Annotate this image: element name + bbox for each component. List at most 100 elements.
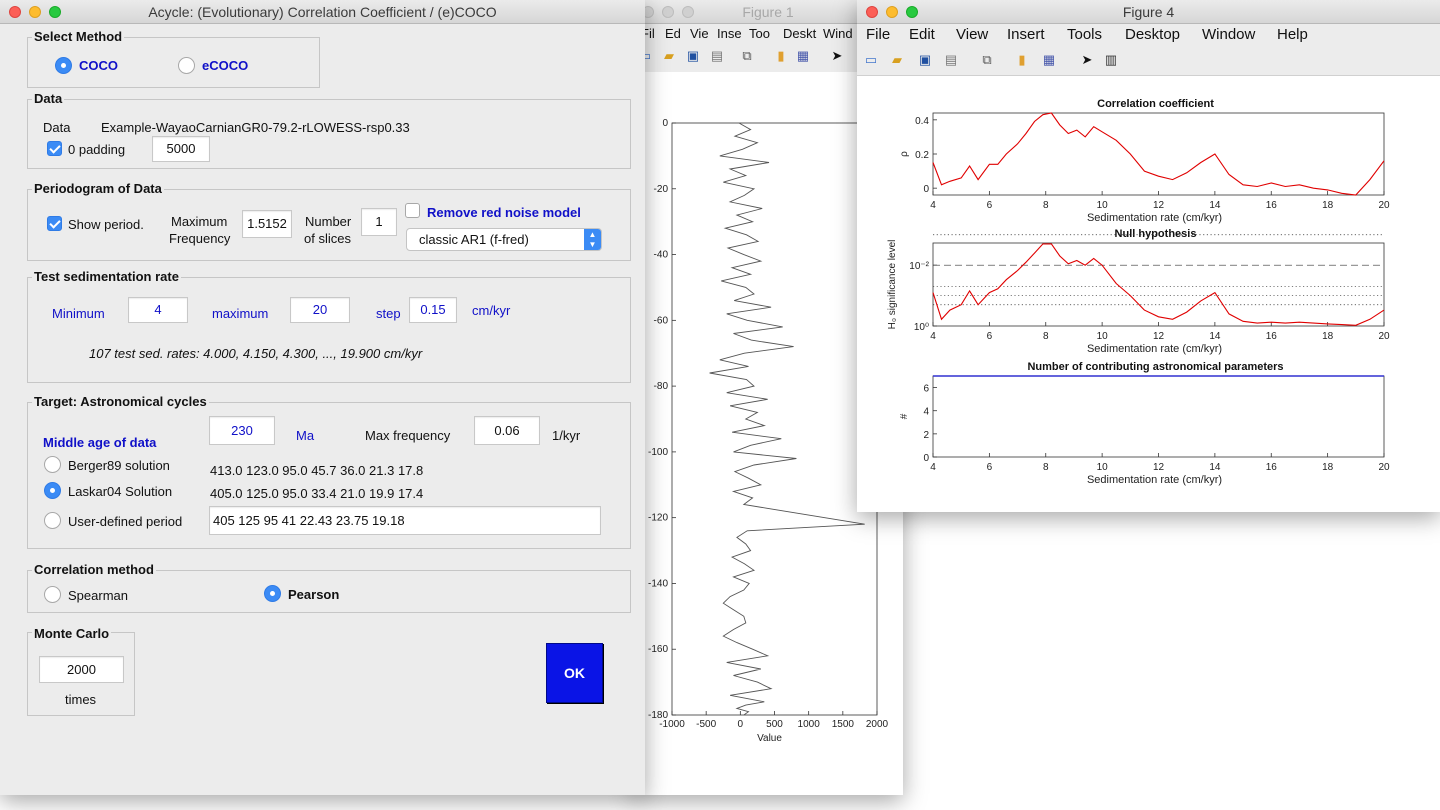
menu-ed[interactable]: Ed <box>665 26 681 41</box>
minimize-icon[interactable] <box>29 6 41 18</box>
y-tick-label: 0.4 <box>915 116 929 127</box>
middle-age-unit: Ma <box>296 428 315 443</box>
pearson-radio[interactable] <box>264 585 281 602</box>
minimize-icon[interactable] <box>886 6 898 18</box>
x-tick-label: 18 <box>1322 462 1334 473</box>
main-titlebar[interactable]: Acycle: (Evolutionary) Correlation Coeff… <box>0 0 645 24</box>
x-tick-label: 18 <box>1322 200 1334 211</box>
menu-help[interactable]: Help <box>1277 26 1308 43</box>
max-frequency-input[interactable]: 1.5152 <box>242 210 292 238</box>
save-icon[interactable]: ▣ <box>685 48 701 64</box>
x-tick-label: 16 <box>1266 331 1278 342</box>
x-tick-label: 16 <box>1266 200 1278 211</box>
x-tick-label: -500 <box>696 719 716 730</box>
print-icon[interactable]: ▤ <box>943 52 959 68</box>
open-folder-icon[interactable]: ▰ <box>661 48 677 64</box>
menu-window[interactable]: Window <box>1202 26 1255 43</box>
spearman-label[interactable]: Spearman <box>68 588 128 603</box>
print-icon[interactable]: ▤ <box>709 48 725 64</box>
y-axis-label: ρ <box>899 151 910 157</box>
x-axis-label: Value <box>757 733 782 744</box>
target-title: Target: Astronomical cycles <box>32 394 209 409</box>
legend-icon[interactable]: ▦ <box>1041 52 1057 68</box>
zero-padding-checkbox[interactable] <box>47 141 62 156</box>
x-tick-label: 10 <box>1097 200 1109 211</box>
menu-inse[interactable]: Inse <box>717 26 742 41</box>
property-inspector-icon[interactable]: ▥ <box>1103 52 1119 68</box>
ecoco-label[interactable]: eCOCO <box>202 58 248 73</box>
menu-view[interactable]: View <box>956 26 988 43</box>
pearson-label[interactable]: Pearson <box>288 587 339 602</box>
x-tick-label: 8 <box>1043 331 1049 342</box>
test-sed-title: Test sedimentation rate <box>32 269 181 284</box>
ecoco-radio[interactable] <box>178 57 195 74</box>
laskar04-label[interactable]: Laskar04 Solution <box>68 484 172 499</box>
user-defined-label[interactable]: User-defined period <box>68 514 182 529</box>
colorbar-icon[interactable]: ▮ <box>773 48 789 64</box>
menu-edit[interactable]: Edit <box>909 26 935 43</box>
subplot-3: Number of contributing astronomical para… <box>899 361 1390 486</box>
laskar04-radio[interactable] <box>44 482 61 499</box>
plot-area <box>932 242 1385 327</box>
show-period-checkbox[interactable] <box>47 216 62 231</box>
link-icon[interactable]: ⧉ <box>739 48 755 64</box>
figure4-titlebar[interactable]: Figure 4 <box>857 0 1440 24</box>
x-tick-label: 8 <box>1043 462 1049 473</box>
menu-vie[interactable]: Vie <box>690 26 709 41</box>
berger89-radio[interactable] <box>44 456 61 473</box>
remove-red-noise-label[interactable]: Remove red noise model <box>427 205 581 220</box>
spearman-radio[interactable] <box>44 586 61 603</box>
x-tick-label: 4 <box>930 331 936 342</box>
coco-radio[interactable] <box>55 57 72 74</box>
x-tick-label: 18 <box>1322 331 1334 342</box>
pointer-icon[interactable]: ➤ <box>1079 52 1095 68</box>
zero-padding-input[interactable]: 5000 <box>152 136 210 162</box>
link-icon[interactable]: ⧉ <box>979 52 995 68</box>
minimum-label: Minimum <box>52 306 105 321</box>
x-tick-label: 6 <box>987 331 993 342</box>
zoom-icon[interactable] <box>682 6 694 18</box>
figure4-window: Figure 4 File Edit View Insert Tools Desktop W… <box>857 0 1440 512</box>
user-defined-input[interactable]: 405 125 95 41 22.43 23.75 19.18 <box>209 506 601 535</box>
close-icon[interactable] <box>866 6 878 18</box>
minimum-input[interactable]: 4 <box>128 297 188 323</box>
zoom-icon[interactable] <box>906 6 918 18</box>
remove-red-noise-checkbox[interactable] <box>405 203 420 218</box>
laskar04-values: 405.0 125.0 95.0 33.4 21.0 19.9 17.4 <box>210 486 424 501</box>
legend-icon[interactable]: ▦ <box>795 48 811 64</box>
step-input[interactable]: 0.15 <box>409 297 457 323</box>
menu-too[interactable]: Too <box>749 26 770 41</box>
coco-label[interactable]: COCO <box>79 58 118 73</box>
colorbar-icon[interactable]: ▮ <box>1014 52 1030 68</box>
open-folder-icon[interactable]: ▰ <box>889 52 905 68</box>
berger89-label[interactable]: Berger89 solution <box>68 458 170 473</box>
menu-desktop[interactable]: Desktop <box>1125 26 1180 43</box>
number-slices-label-1: Number <box>305 214 352 229</box>
periodogram-title: Periodogram of Data <box>32 181 164 196</box>
middle-age-input[interactable]: 230 <box>209 416 275 445</box>
max-frequency-target-input[interactable]: 0.06 <box>474 416 540 445</box>
menu-tools[interactable]: Tools <box>1067 26 1102 43</box>
maximum-label: maximum <box>212 306 269 321</box>
zoom-icon[interactable] <box>49 6 61 18</box>
test-sed-panel <box>27 277 631 383</box>
x-axis-label: Sedimentation rate (cm/kyr) <box>1087 212 1222 224</box>
monte-carlo-input[interactable]: 2000 <box>39 656 124 683</box>
save-icon[interactable]: ▣ <box>917 52 933 68</box>
close-icon[interactable] <box>9 6 21 18</box>
ok-button[interactable]: OK <box>546 643 603 703</box>
user-defined-radio[interactable] <box>44 512 61 529</box>
y-tick-label: 0 <box>662 118 668 129</box>
menu-insert[interactable]: Insert <box>1007 26 1045 43</box>
menu-deskt[interactable]: Deskt <box>783 26 816 41</box>
menu-wind[interactable]: Wind <box>823 26 853 41</box>
noise-model-select[interactable]: classic AR1 (f-fred) ▲ ▼ <box>406 228 602 251</box>
x-tick-label: 20 <box>1378 200 1390 211</box>
new-figure-icon[interactable]: ▭ <box>863 52 879 68</box>
minimize-icon[interactable] <box>662 6 674 18</box>
pointer-icon[interactable]: ➤ <box>829 48 845 64</box>
menu-file[interactable]: File <box>866 26 890 43</box>
maximum-input[interactable]: 20 <box>290 297 350 323</box>
x-axis-label: Sedimentation rate (cm/kyr) <box>1087 343 1222 355</box>
number-slices-input[interactable]: 1 <box>361 208 397 236</box>
